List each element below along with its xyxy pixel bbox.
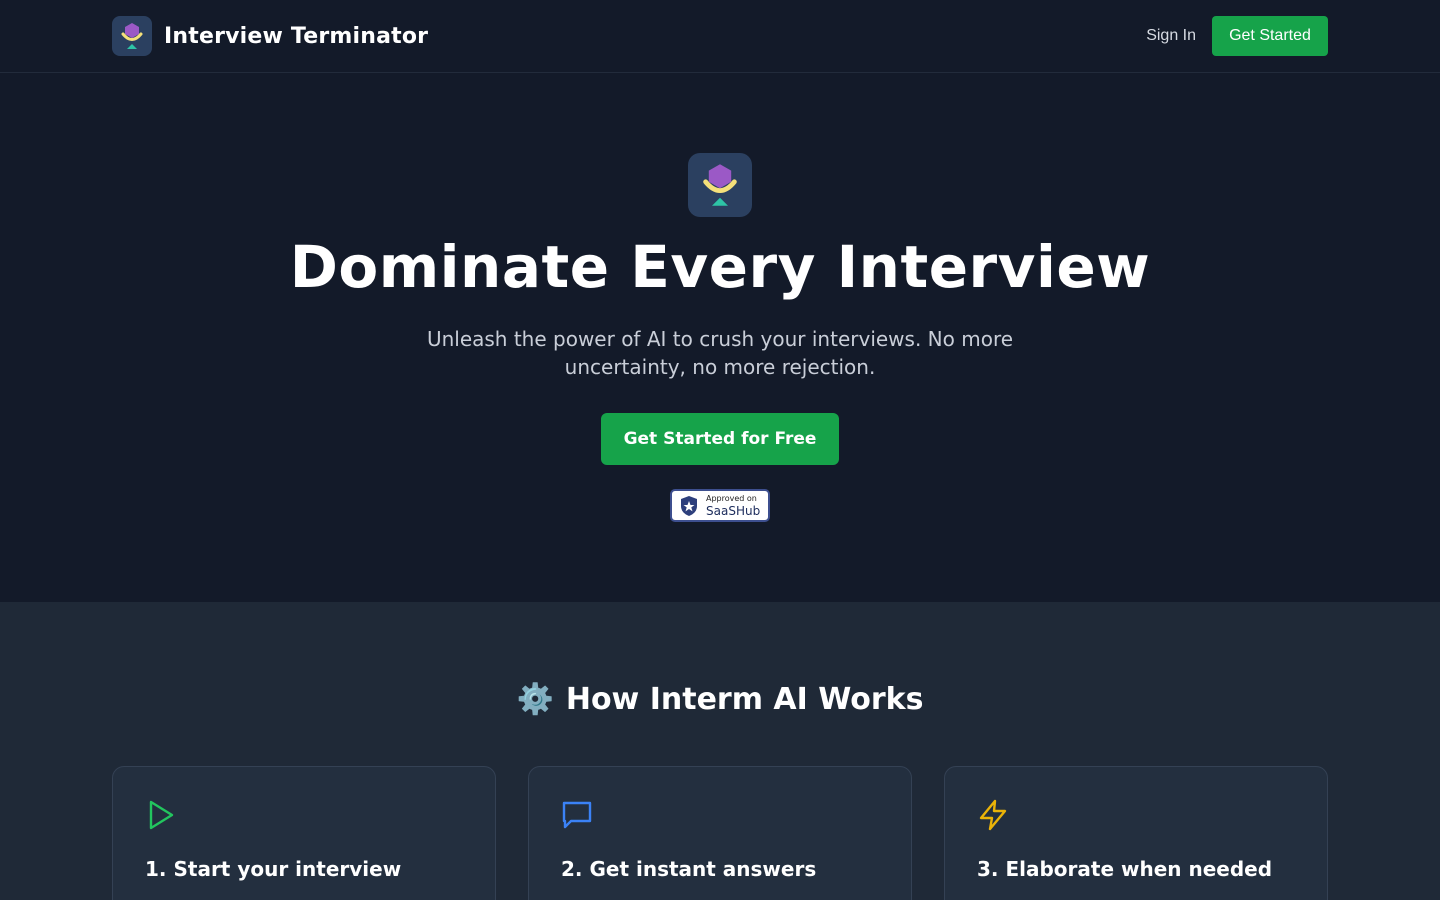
hero-logo-icon xyxy=(688,153,752,217)
lightning-icon xyxy=(977,799,1009,831)
brand[interactable]: Interview Terminator xyxy=(112,16,428,56)
get-started-button[interactable]: Get Started xyxy=(1212,16,1328,56)
badge-text: Approved on SaaSHub xyxy=(706,493,761,518)
hero-title: Dominate Every Interview xyxy=(289,233,1151,301)
step-card: 3. Elaborate when needed xyxy=(944,766,1328,900)
site-header: Interview Terminator Sign In Get Started xyxy=(0,0,1440,73)
how-title-text: How Interm AI Works xyxy=(565,682,924,717)
star-shield-icon xyxy=(678,494,700,518)
app-logo-icon xyxy=(112,16,152,56)
get-started-free-button[interactable]: Get Started for Free xyxy=(601,413,839,465)
step-card: 1. Start your interview xyxy=(112,766,496,900)
step-title: 1. Start your interview xyxy=(145,857,402,881)
step-card: 2. Get instant answers xyxy=(528,766,912,900)
hero-subtitle: Unleash the power of AI to crush your in… xyxy=(426,327,1014,379)
badge-small-text: Approved on xyxy=(706,493,757,503)
play-icon xyxy=(145,799,177,831)
message-icon xyxy=(561,799,593,831)
brand-name: Interview Terminator xyxy=(164,23,429,49)
sign-in-link[interactable]: Sign In xyxy=(1146,27,1196,45)
hero-section: Dominate Every Interview Unleash the pow… xyxy=(0,73,1440,602)
saashub-badge[interactable]: Approved on SaaSHub xyxy=(670,489,770,522)
badge-big-text: SaaSHub xyxy=(706,503,761,518)
step-title: 3. Elaborate when needed xyxy=(977,857,1273,881)
how-title: ⚙️ How Interm AI Works xyxy=(0,682,1440,717)
how-it-works-section: ⚙️ How Interm AI Works 1. Start your int… xyxy=(0,602,1440,900)
header-nav: Sign In Get Started xyxy=(1146,16,1328,56)
step-title: 2. Get instant answers xyxy=(561,857,817,881)
gear-icon: ⚙️ xyxy=(516,682,554,717)
